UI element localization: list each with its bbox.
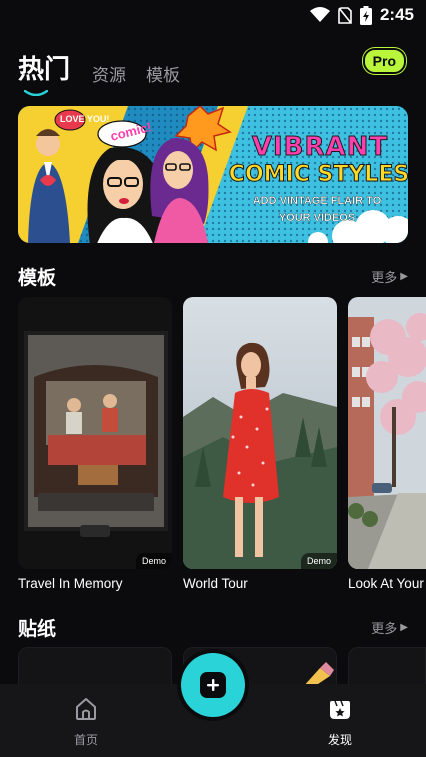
templates-section-title: 模板 [18,267,57,289]
stickers-more-label: 更多 [371,620,398,636]
nav-home-label: 首页 [73,733,98,747]
wifi-icon [309,7,330,22]
banner-title-line1: VIBRANT [251,132,389,163]
stickers-section-header: 贴纸 更多 ▶ [18,614,408,640]
nav-discover[interactable]: 发现 [310,696,370,748]
banner-subtitle-line1: ADD VINTAGE FLAIR TO [252,195,382,207]
no-sim-icon [338,6,352,24]
template-card-look-at-your[interactable] [348,297,426,569]
chevron-right-icon: ▶ [400,621,408,633]
template-title: Travel In Memory [18,576,123,591]
tab-resources[interactable]: 资源 [92,61,126,86]
status-bar: 2:45 [0,0,426,30]
templates-section-header: 模板 更多 ▶ [18,263,408,289]
template-thumbnail-blossom-street [348,297,426,569]
tab-resources-label: 资源 [92,66,127,85]
templates-more-link[interactable]: 更多 ▶ [371,267,408,286]
demo-badge: Demo [135,553,172,569]
banner-bubble-love: LOVE YOU! [60,114,110,124]
stickers-more-link[interactable]: 更多 ▶ [371,618,408,637]
template-card-travel-in-memory[interactable]: Demo [18,297,172,569]
sticker-card[interactable] [18,647,172,687]
sticker-card[interactable] [348,647,426,687]
status-time: 2:45 [379,5,414,24]
template-thumbnail-van [18,297,172,569]
create-button[interactable] [181,653,245,717]
template-card-world-tour[interactable]: Demo [183,297,337,569]
chevron-right-icon: ▶ [400,270,408,282]
top-tabs: 热门 资源 模板 [18,42,200,96]
battery-charging-icon [359,5,372,25]
discover-star-icon [330,700,350,719]
promo-banner[interactable]: LOVE YOU! comic! VIBRANT COMIC STYLES AD… [18,106,408,243]
template-title: World Tour [183,576,248,591]
template-thumbnail-woman-red-dress [183,297,337,569]
plus-icon [200,672,226,698]
demo-badge: Demo [300,553,337,569]
pro-badge[interactable]: Pro [362,48,406,74]
templates-more-label: 更多 [371,269,398,285]
banner-subtitle-line2: YOUR VIDEOS [278,212,356,224]
tab-templates-label: 模板 [146,66,181,85]
tab-hot-label: 热门 [18,54,71,84]
nav-discover-label: 发现 [327,733,352,747]
template-title: Look At Your [348,576,424,591]
tab-hot[interactable]: 热门 [18,49,71,96]
home-icon [76,698,96,720]
stickers-section-title: 贴纸 [18,618,57,640]
tab-active-indicator [24,90,48,96]
nav-home[interactable]: 首页 [56,696,116,748]
banner-title-line2: COMIC STYLES [228,162,408,188]
tab-templates[interactable]: 模板 [146,61,180,86]
